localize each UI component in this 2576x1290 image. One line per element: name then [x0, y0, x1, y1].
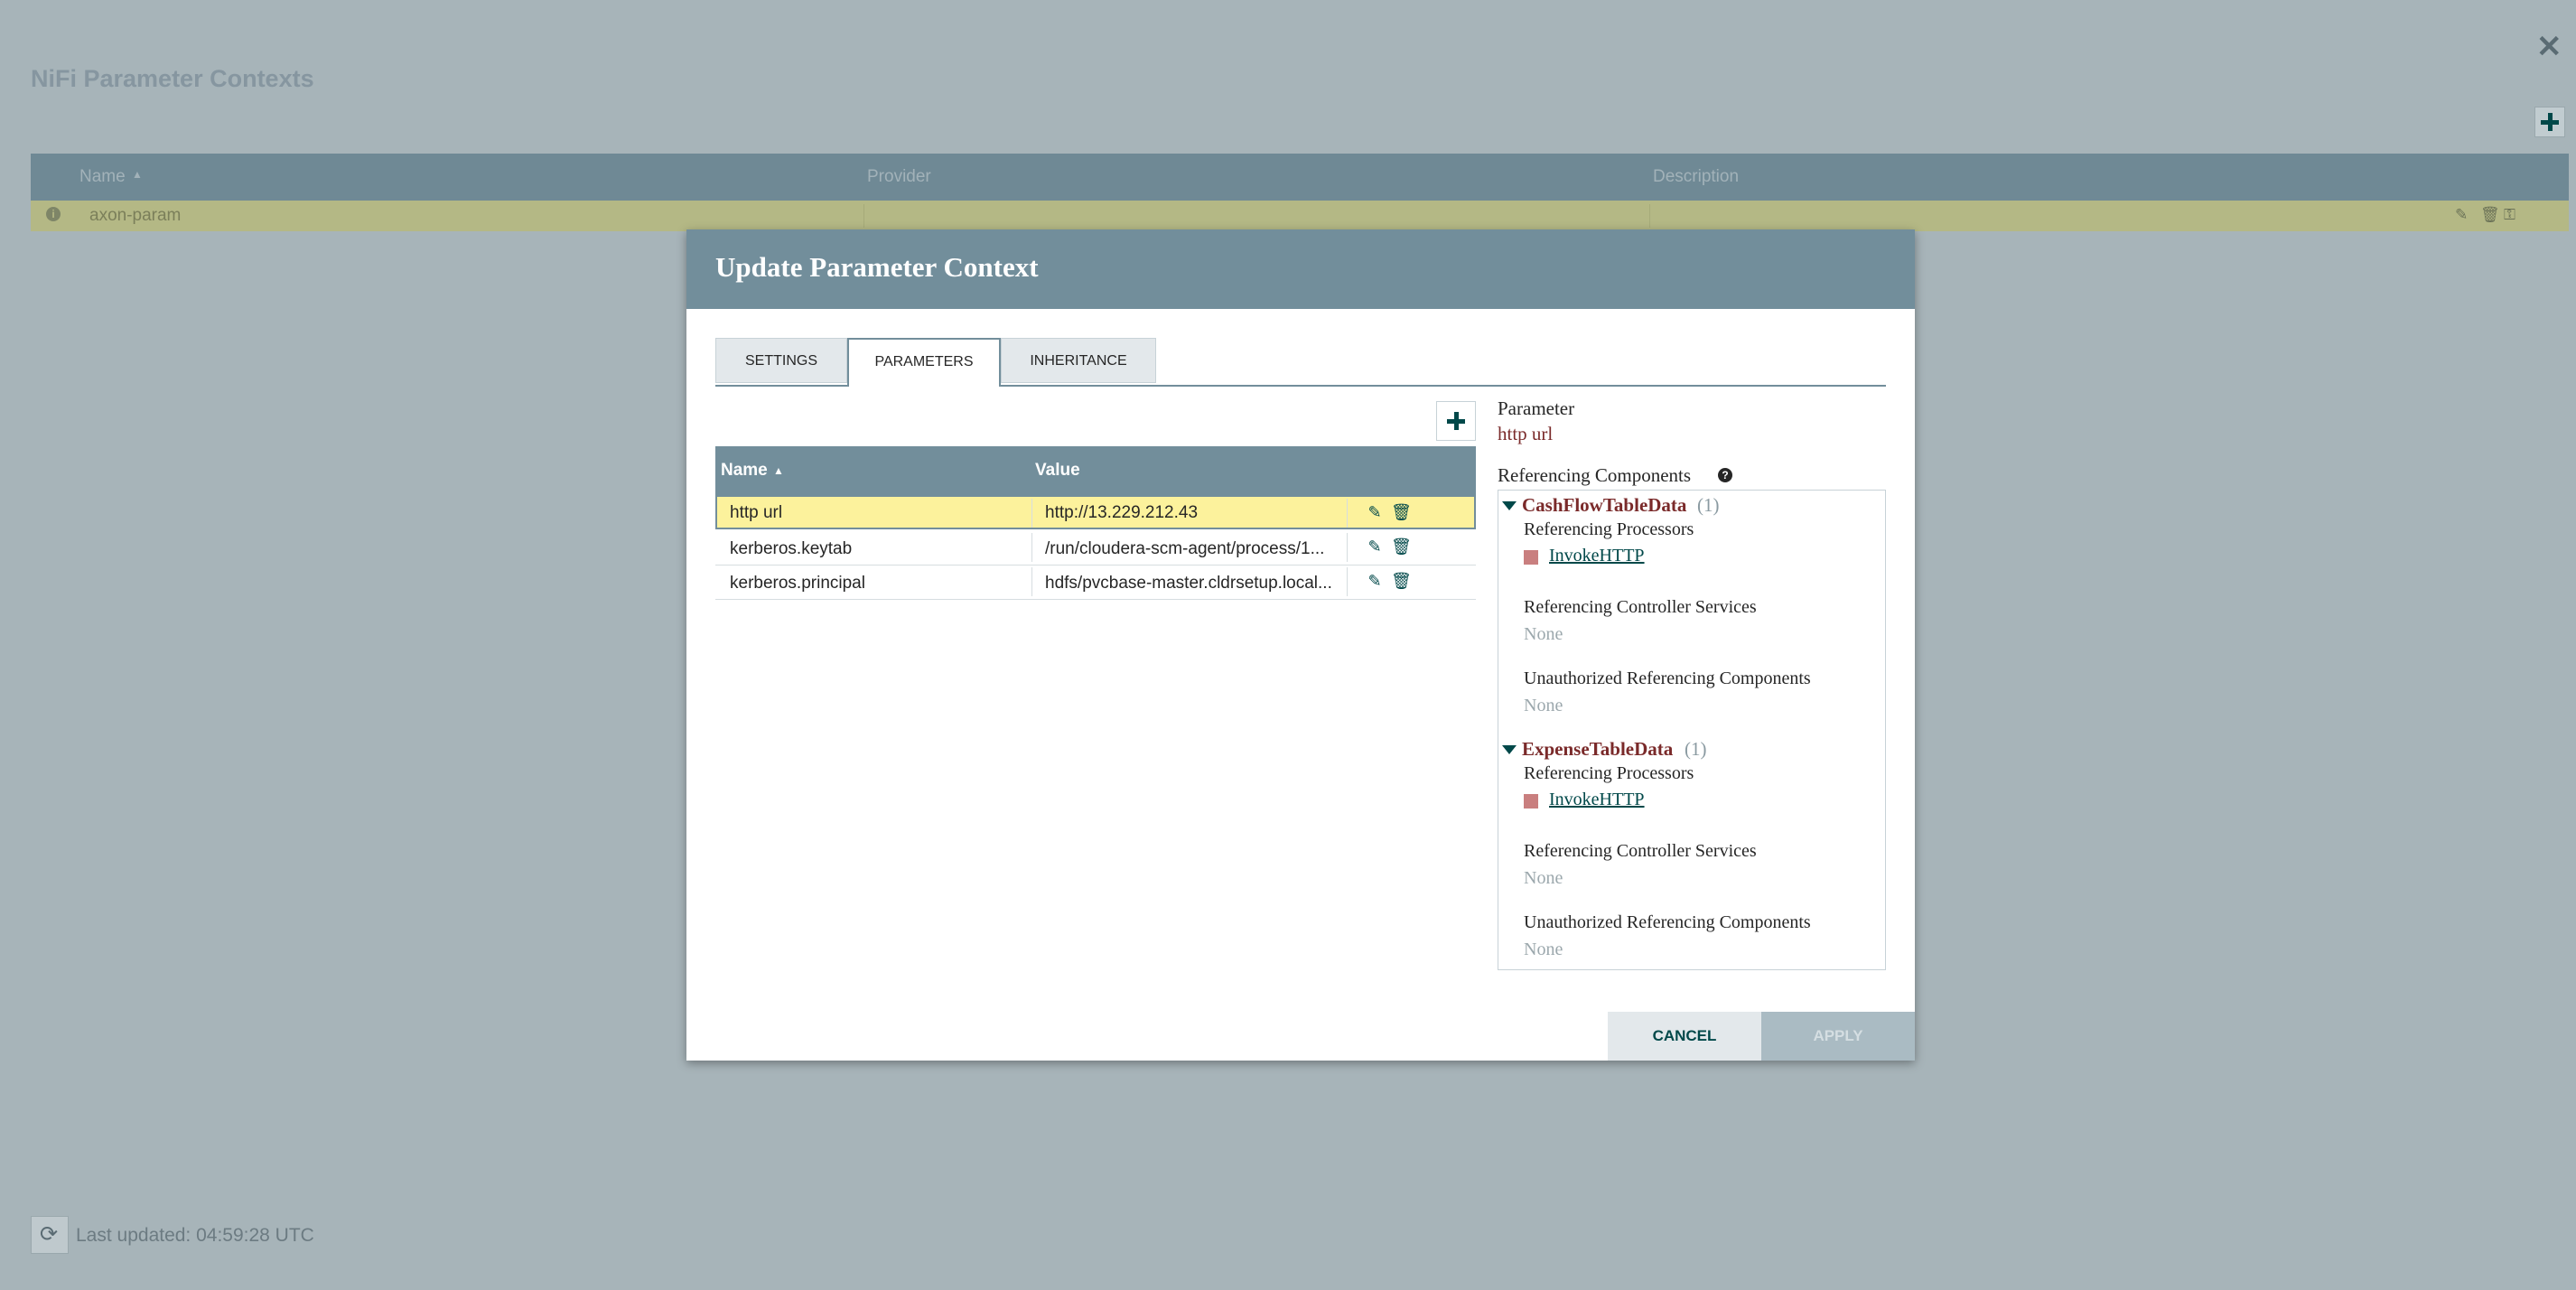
tab-parameters[interactable]: PARAMETERS	[847, 338, 1001, 387]
column-divider	[863, 204, 864, 228]
close-icon[interactable]: ✕	[2536, 32, 2562, 62]
referencing-components-box: CashFlowTableData (1) Referencing Proces…	[1498, 490, 1886, 970]
table-row[interactable]: http url http://13.229.212.43 ✎ 🗑	[715, 495, 1476, 529]
edit-icon[interactable]: ✎	[1366, 503, 1384, 521]
referencing-components-label: Referencing Components	[1498, 464, 1692, 486]
apply-button[interactable]: APPLY	[1761, 1012, 1915, 1061]
info-icon[interactable]: i	[46, 207, 61, 221]
sort-up-icon: ▲	[132, 168, 143, 181]
table-row[interactable]: kerberos.keytab /run/cloudera-scm-agent/…	[715, 531, 1476, 566]
param-name: http url	[730, 503, 783, 522]
unauth-label: Unauthorized Referencing Components	[1524, 668, 1811, 688]
dialog-header: Update Parameter Context	[686, 229, 1915, 309]
ref-processors-label: Referencing Processors	[1524, 763, 1694, 783]
bg-table-header: Name ▲ Provider Description	[31, 154, 2569, 201]
help-icon[interactable]: ?	[1718, 468, 1732, 482]
param-value: hdfs/pvcbase-master.cldrsetup.local...	[1045, 574, 1332, 593]
ref-cs-label: Referencing Controller Services	[1524, 841, 1757, 861]
column-divider	[1031, 567, 1032, 596]
bg-col-description[interactable]: Description	[1653, 167, 1739, 187]
last-updated-text: Last updated: 04:59:28 UTC	[76, 1225, 314, 1246]
add-parameter-button[interactable]	[1436, 401, 1476, 441]
processor-link[interactable]: InvokeHTTP	[1549, 790, 1645, 810]
table-row[interactable]: i axon-param ✎ 🗑 ⚿	[31, 201, 2569, 231]
group-count: (1)	[1697, 494, 1720, 516]
add-parameter-context-button[interactable]	[2534, 107, 2565, 137]
refresh-button[interactable]: ⟳	[31, 1216, 69, 1254]
bg-col-provider[interactable]: Provider	[867, 167, 931, 187]
refresh-icon: ⟳	[40, 1222, 59, 1247]
parameter-value: http url	[1498, 423, 1554, 444]
page-title: NiFi Parameter Contexts	[31, 65, 314, 92]
cancel-button[interactable]: CANCEL	[1608, 1012, 1761, 1061]
processor-status-icon	[1524, 794, 1538, 809]
param-value: /run/cloudera-scm-agent/process/1...	[1045, 539, 1325, 558]
ref-cs-label: Referencing Controller Services	[1524, 597, 1757, 617]
edit-icon[interactable]: ✎	[1366, 572, 1384, 590]
row-name: axon-param	[89, 206, 182, 225]
unauth-value: None	[1524, 939, 1563, 959]
edit-icon[interactable]: ✎	[1366, 538, 1384, 556]
group-name[interactable]: ExpenseTableData	[1522, 738, 1673, 761]
tab-bar: SETTINGS PARAMETERS INHERITANCE	[715, 338, 1886, 387]
column-divider	[1649, 204, 1650, 228]
dialog-title: Update Parameter Context	[715, 251, 1039, 283]
parameter-label: Parameter	[1498, 397, 1575, 419]
ref-cs-value: None	[1524, 868, 1563, 888]
column-divider	[1347, 499, 1348, 528]
group-name[interactable]: CashFlowTableData	[1522, 494, 1686, 517]
group-count: (1)	[1685, 738, 1707, 760]
column-divider	[1347, 567, 1348, 596]
column-divider	[1031, 499, 1032, 528]
param-name: kerberos.keytab	[730, 539, 853, 558]
delete-icon[interactable]: 🗑	[1391, 503, 1412, 521]
col-value[interactable]: Value	[1035, 461, 1080, 481]
delete-icon[interactable]: 🗑	[1391, 572, 1412, 590]
unauth-label: Unauthorized Referencing Components	[1524, 912, 1811, 932]
column-divider	[1347, 533, 1348, 562]
sort-up-icon: ▲	[773, 464, 784, 477]
caret-down-icon[interactable]	[1502, 501, 1517, 510]
tab-settings[interactable]: SETTINGS	[715, 338, 847, 383]
table-row[interactable]: kerberos.principal hdfs/pvcbase-master.c…	[715, 566, 1476, 600]
ref-processors-label: Referencing Processors	[1524, 519, 1694, 539]
edit-icon[interactable]: ✎	[2455, 206, 2468, 224]
delete-icon[interactable]: 🗑	[1391, 538, 1412, 556]
parameter-table-header: Name ▲ Value	[715, 446, 1476, 495]
param-name: kerberos.principal	[730, 574, 865, 593]
processor-status-icon	[1524, 550, 1538, 565]
unauth-value: None	[1524, 696, 1563, 715]
tab-inheritance[interactable]: INHERITANCE	[1001, 338, 1156, 383]
ref-cs-value: None	[1524, 624, 1563, 644]
col-name[interactable]: Name	[721, 461, 768, 481]
bg-col-name[interactable]: Name	[79, 167, 126, 187]
key-icon[interactable]: ⚿	[2504, 206, 2515, 224]
param-value: http://13.229.212.43	[1045, 503, 1199, 522]
update-parameter-context-dialog: Update Parameter Context SETTINGS PARAME…	[686, 229, 1915, 1061]
caret-down-icon[interactable]	[1502, 745, 1517, 754]
delete-icon[interactable]: 🗑	[2480, 206, 2500, 224]
column-divider	[1031, 533, 1032, 562]
processor-link[interactable]: InvokeHTTP	[1549, 546, 1645, 566]
